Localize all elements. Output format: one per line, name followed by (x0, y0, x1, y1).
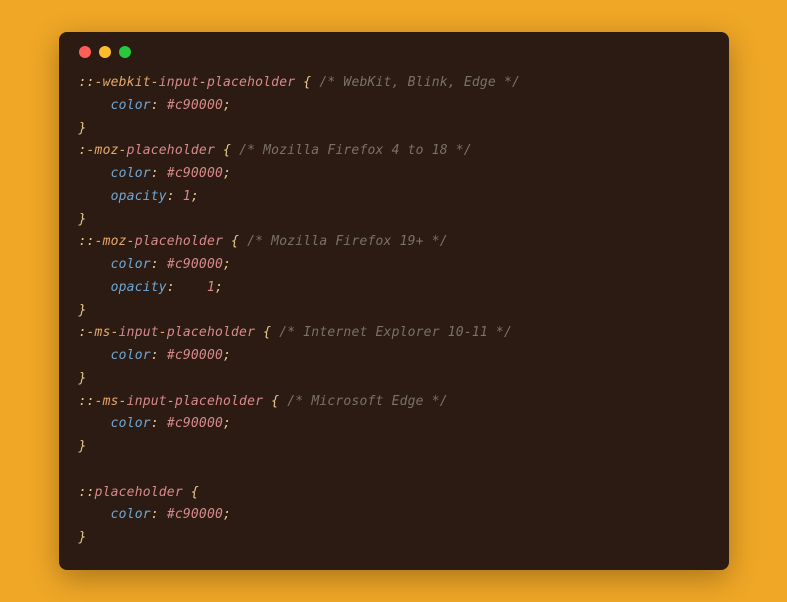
window-traffic-lights (79, 46, 709, 72)
close-icon (79, 46, 91, 58)
minimize-icon (99, 46, 111, 58)
maximize-icon (119, 46, 131, 58)
code-window: ::-webkit-input-placeholder { /* WebKit,… (59, 32, 729, 570)
code-block: ::-webkit-input-placeholder { /* WebKit,… (79, 72, 709, 550)
